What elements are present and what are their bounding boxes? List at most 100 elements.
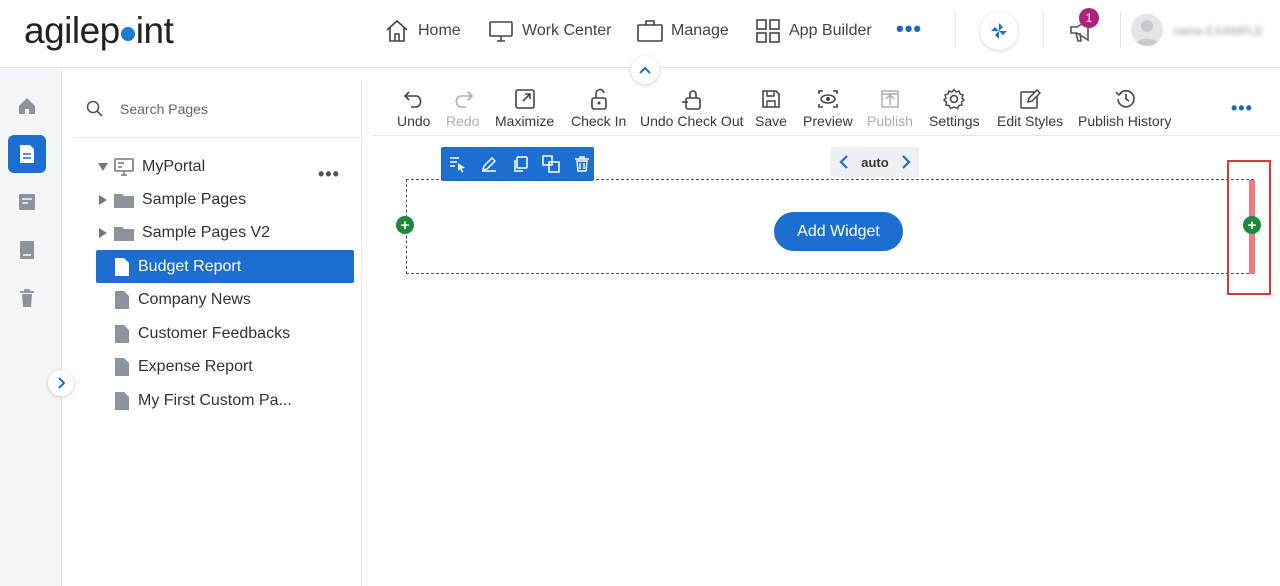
page-icon bbox=[18, 144, 36, 164]
edit-icon bbox=[1018, 88, 1042, 110]
tree-more-button[interactable]: ••• bbox=[318, 164, 340, 185]
home-icon bbox=[17, 96, 37, 116]
notification-badge: 1 bbox=[1079, 8, 1099, 28]
publish-icon bbox=[878, 88, 902, 110]
add-widget-button[interactable]: Add Widget bbox=[774, 212, 903, 251]
divider bbox=[1043, 12, 1044, 48]
collapse-header-button[interactable] bbox=[631, 56, 659, 84]
undo-icon bbox=[402, 88, 426, 110]
avatar[interactable] bbox=[1131, 14, 1163, 46]
nav-app-builder-label: App Builder bbox=[789, 22, 872, 39]
rail-pages-button[interactable] bbox=[8, 135, 46, 173]
caret-right-icon[interactable] bbox=[96, 194, 110, 205]
rail-trash-button[interactable] bbox=[8, 279, 46, 317]
save-icon bbox=[759, 88, 783, 110]
left-rail bbox=[0, 69, 62, 586]
add-column-left-button[interactable]: + bbox=[396, 216, 414, 234]
widget-toolbar bbox=[441, 147, 594, 181]
redo-icon bbox=[451, 88, 475, 110]
settings-button[interactable]: Settings bbox=[929, 88, 980, 129]
user-name[interactable]: name EXAMPLE bbox=[1173, 24, 1263, 38]
agilepoint-logo[interactable]: agilep int bbox=[24, 10, 174, 52]
nav-work-center-label: Work Center bbox=[522, 22, 612, 39]
tree-item-folder[interactable]: Sample Pages V2 bbox=[96, 216, 354, 249]
column-width-value: auto bbox=[861, 154, 889, 170]
tree-item-page[interactable]: My First Custom Pa... bbox=[96, 384, 354, 417]
maximize-icon bbox=[513, 88, 537, 110]
lock-undo-icon bbox=[680, 88, 704, 110]
unlock-icon bbox=[587, 88, 611, 110]
nav-manage-label: Manage bbox=[671, 22, 729, 39]
page-icon bbox=[114, 290, 130, 309]
tree-item-page[interactable]: Expense Report bbox=[96, 350, 354, 383]
undo-button[interactable]: Undo bbox=[397, 88, 430, 129]
column-width-control: auto bbox=[831, 147, 919, 177]
trash-icon bbox=[18, 288, 36, 308]
tree-item-label: Sample Pages bbox=[142, 190, 247, 208]
caret-right-icon[interactable] bbox=[96, 227, 110, 238]
rail-forms-button[interactable] bbox=[8, 183, 46, 221]
tree-item-label: Company News bbox=[138, 290, 251, 308]
page-icon bbox=[114, 357, 130, 376]
tree-item-label: Customer Feedbacks bbox=[138, 324, 291, 342]
undo-check-out-button[interactable]: Undo Check Out bbox=[640, 88, 744, 129]
page-icon bbox=[114, 324, 130, 343]
check-in-button[interactable]: Check In bbox=[571, 88, 626, 129]
nav-home-label: Home bbox=[418, 22, 461, 39]
toolbar-more-button[interactable]: ••• bbox=[1231, 98, 1253, 119]
maximize-button[interactable]: Maximize bbox=[495, 88, 554, 129]
search-bar bbox=[74, 80, 362, 138]
tree-item-page[interactable]: Customer Feedbacks bbox=[96, 317, 354, 350]
caret-down-icon[interactable] bbox=[96, 162, 110, 171]
history-icon bbox=[1113, 88, 1137, 110]
select-cursor-icon[interactable] bbox=[447, 153, 469, 175]
delete-icon[interactable] bbox=[571, 153, 593, 175]
highlight-box bbox=[1227, 160, 1271, 295]
resize-icon[interactable] bbox=[540, 153, 562, 175]
expand-rail-button[interactable] bbox=[48, 370, 74, 396]
tree-item-myportal[interactable]: MyPortal bbox=[96, 150, 354, 183]
divider bbox=[955, 12, 956, 48]
redo-button[interactable]: Redo bbox=[446, 88, 479, 129]
book-icon bbox=[18, 240, 36, 260]
chevron-left-icon[interactable] bbox=[839, 155, 849, 169]
nav-home[interactable]: Home bbox=[384, 16, 461, 46]
publish-history-button[interactable]: Publish History bbox=[1078, 88, 1171, 129]
tree-item-label: My First Custom Pa... bbox=[138, 391, 292, 409]
rail-library-button[interactable] bbox=[8, 231, 46, 269]
tree-item-folder[interactable]: Sample Pages bbox=[96, 183, 354, 216]
nav-more-button[interactable]: ••• bbox=[896, 18, 922, 40]
tree-item-label: MyPortal bbox=[142, 157, 206, 175]
folder-icon bbox=[114, 192, 134, 208]
chevron-right-icon bbox=[57, 377, 65, 389]
grid-icon bbox=[755, 18, 781, 44]
ai-assistant-button[interactable] bbox=[980, 12, 1018, 50]
preview-button[interactable]: Preview bbox=[803, 88, 853, 129]
search-input[interactable] bbox=[120, 98, 340, 120]
nav-manage[interactable]: Manage bbox=[637, 16, 729, 46]
save-button[interactable]: Save bbox=[755, 88, 787, 129]
page-icon bbox=[114, 257, 130, 276]
preview-icon bbox=[816, 88, 840, 110]
home-icon bbox=[384, 18, 410, 44]
page-icon bbox=[114, 391, 130, 410]
edit-styles-button[interactable]: Edit Styles bbox=[997, 88, 1063, 129]
folder-icon bbox=[114, 225, 134, 241]
briefcase-icon bbox=[637, 18, 663, 44]
nav-app-builder[interactable]: App Builder bbox=[755, 16, 872, 46]
tree-item-page-selected[interactable]: Budget Report bbox=[96, 250, 354, 283]
tree-item-page[interactable]: Company News bbox=[96, 283, 354, 316]
chevron-up-icon bbox=[639, 66, 651, 74]
rail-home-button[interactable] bbox=[8, 87, 46, 125]
publish-button[interactable]: Publish bbox=[867, 88, 913, 129]
divider bbox=[1120, 12, 1121, 48]
portal-icon bbox=[114, 157, 134, 176]
pencil-icon[interactable] bbox=[478, 153, 500, 175]
chevron-right-icon[interactable] bbox=[901, 155, 911, 169]
gear-icon bbox=[942, 88, 966, 110]
tree-item-label: Sample Pages V2 bbox=[142, 223, 271, 241]
page-tree-panel: MyPortal ••• Sample Pages Sample Pages V… bbox=[74, 80, 362, 586]
pinwheel-icon bbox=[989, 21, 1009, 41]
nav-work-center[interactable]: Work Center bbox=[488, 16, 612, 46]
copy-icon[interactable] bbox=[509, 153, 531, 175]
